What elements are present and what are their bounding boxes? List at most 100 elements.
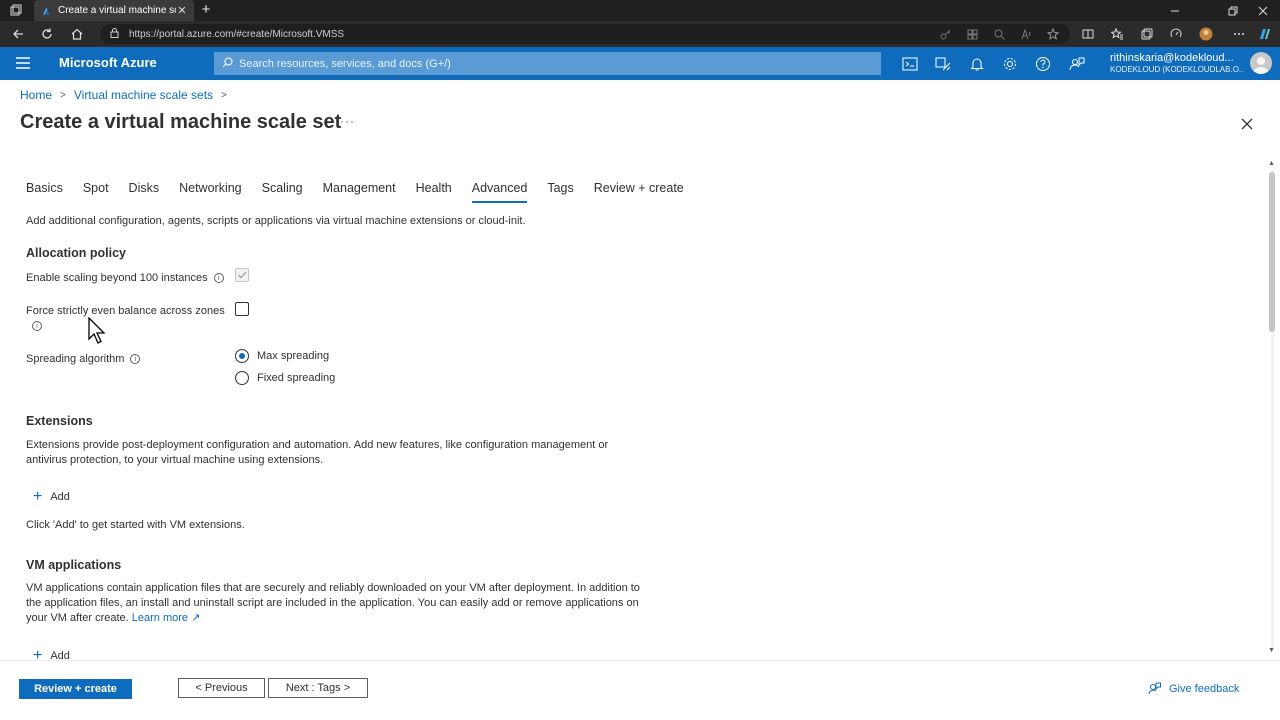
vm-applications-heading: VM applications <box>26 558 122 572</box>
portal-menu-icon[interactable] <box>16 57 30 69</box>
tab-management[interactable]: Management <box>323 181 396 203</box>
fixed-spreading-radio[interactable] <box>235 371 249 385</box>
tab-close-icon[interactable]: ✕ <box>176 4 188 17</box>
azure-brand[interactable]: Microsoft Azure <box>59 55 157 70</box>
account-user: rithinskaria@kodekloud... <box>1110 52 1234 64</box>
favorite-star-icon[interactable] <box>1045 26 1061 42</box>
azure-favicon-icon <box>42 6 51 15</box>
vm-applications-text: VM applications contain application file… <box>26 582 640 624</box>
info-icon[interactable]: i <box>213 273 224 283</box>
notifications-bell-icon[interactable] <box>967 54 987 74</box>
chevron-right-icon: > <box>60 89 66 101</box>
profile-avatar-icon[interactable] <box>1198 26 1214 42</box>
more-actions-icon[interactable]: ··· <box>340 114 355 128</box>
lock-icon <box>110 27 119 41</box>
home-icon[interactable] <box>67 25 87 43</box>
tab-review-create[interactable]: Review + create <box>594 181 684 203</box>
force-balance-text: Force strictly even balance across zones <box>26 305 225 317</box>
checkmark-icon <box>238 271 247 279</box>
minimize-icon[interactable] <box>1160 0 1190 21</box>
give-feedback-link[interactable]: Give feedback <box>1148 682 1239 695</box>
url-field[interactable]: https://portal.azure.com/#create/Microso… <box>100 24 1070 44</box>
performance-icon[interactable] <box>1168 26 1184 42</box>
copilot-icon[interactable] <box>1256 26 1272 42</box>
breadcrumb-home[interactable]: Home <box>20 88 52 102</box>
force-balance-checkbox[interactable] <box>235 302 249 316</box>
review-create-button[interactable]: Review + create <box>19 679 132 699</box>
scroll-up-icon[interactable]: ▲ <box>1268 160 1275 167</box>
spreading-algorithm-label: Spreading algorithm i <box>26 353 141 365</box>
allocation-policy-heading: Allocation policy <box>26 246 127 260</box>
browser-address-bar: https://portal.azure.com/#create/Microso… <box>0 21 1280 47</box>
external-link-icon: ↗ <box>191 612 201 624</box>
tab-networking[interactable]: Networking <box>179 181 242 203</box>
learn-more-link[interactable]: Learn more ↗ <box>132 612 201 624</box>
restore-icon[interactable] <box>1218 0 1248 21</box>
scroll-thumb[interactable] <box>1269 172 1275 332</box>
new-tab-icon[interactable]: + <box>198 1 214 19</box>
read-aloud-icon[interactable] <box>1018 26 1034 42</box>
split-screen-icon[interactable] <box>1080 26 1096 42</box>
mouse-cursor-icon <box>88 317 106 344</box>
extensions-description: Extensions provide post-deployment confi… <box>26 439 609 466</box>
azure-top-bar: Microsoft Azure Search resources, servic… <box>0 47 1280 80</box>
wizard-tabs: Basics Spot Disks Networking Scaling Man… <box>26 181 704 203</box>
tab-tags[interactable]: Tags <box>547 181 573 203</box>
apps-icon[interactable] <box>964 26 980 42</box>
next-tags-button[interactable]: Next : Tags > <box>268 678 368 698</box>
max-spreading-radio[interactable] <box>235 349 249 363</box>
add-extension-label: Add <box>50 491 70 503</box>
window-close-icon[interactable] <box>1248 0 1278 21</box>
more-options-icon[interactable] <box>1231 26 1247 42</box>
advanced-description: Add additional configuration, agents, sc… <box>26 215 526 227</box>
account-menu[interactable]: rithinskaria@kodekloud... KODEKLOUD (KOD… <box>1110 52 1244 76</box>
feedback-icon <box>1148 682 1161 695</box>
browser-tab-bar: Create a virtual machine scale se ✕ + <box>0 0 1280 21</box>
search-placeholder: Search resources, services, and docs (G+… <box>239 57 451 70</box>
account-directory: KODEKLOUD (KODEKLOUDLAB.O... <box>1110 65 1244 74</box>
previous-button[interactable]: < Previous <box>178 678 265 698</box>
breadcrumb-vmss[interactable]: Virtual machine scale sets <box>74 88 213 102</box>
global-search-input[interactable]: Search resources, services, and docs (G+… <box>214 52 881 75</box>
refresh-icon[interactable] <box>37 25 57 43</box>
enable-scaling-checkbox[interactable] <box>235 268 249 282</box>
collections-icon[interactable] <box>1139 26 1155 42</box>
close-blade-icon[interactable] <box>1240 117 1254 131</box>
help-icon[interactable] <box>1033 54 1053 74</box>
back-icon[interactable] <box>8 25 28 43</box>
zoom-icon[interactable] <box>991 26 1007 42</box>
directory-filter-icon[interactable] <box>933 54 953 74</box>
browser-tab-title: Create a virtual machine scale se <box>58 5 176 16</box>
extensions-hint: Click 'Add' to get started with VM exten… <box>26 519 245 531</box>
vm-applications-description: VM applications contain application file… <box>26 581 651 626</box>
content-scrollbar[interactable]: ▲ ▼ <box>1268 160 1276 656</box>
add-extension-button[interactable]: + Add <box>33 489 70 505</box>
give-feedback-text: Give feedback <box>1169 682 1240 695</box>
avatar[interactable] <box>1250 52 1272 74</box>
extensions-heading: Extensions <box>26 414 93 428</box>
favorites-icon[interactable] <box>1109 26 1125 42</box>
cloud-shell-icon[interactable] <box>900 54 920 74</box>
tab-actions-icon[interactable] <box>10 4 22 19</box>
enable-scaling-text: Enable scaling beyond 100 instances <box>26 272 208 284</box>
tab-basics[interactable]: Basics <box>26 181 63 203</box>
fixed-spreading-label[interactable]: Fixed spreading <box>257 372 335 384</box>
feedback-person-icon[interactable] <box>1067 54 1087 74</box>
breadcrumb: Home > Virtual machine scale sets > <box>20 88 235 102</box>
tab-scaling[interactable]: Scaling <box>262 181 303 203</box>
tab-spot[interactable]: Spot <box>83 181 109 203</box>
settings-gear-icon[interactable] <box>1000 54 1020 74</box>
tab-disks[interactable]: Disks <box>129 181 160 203</box>
key-icon[interactable] <box>937 26 953 42</box>
scroll-down-icon[interactable]: ▼ <box>1268 647 1275 654</box>
info-icon[interactable]: i <box>32 321 42 331</box>
max-spreading-label[interactable]: Max spreading <box>257 350 329 362</box>
tab-health[interactable]: Health <box>416 181 452 203</box>
enable-scaling-label: Enable scaling beyond 100 instances i <box>26 272 224 284</box>
spreading-algorithm-text: Spreading algorithm <box>26 353 125 365</box>
browser-tab-active[interactable]: Create a virtual machine scale se ✕ <box>34 0 194 21</box>
search-icon <box>222 56 233 71</box>
info-icon[interactable]: i <box>130 354 141 364</box>
force-balance-label: Force strictly even balance across zones <box>26 305 225 317</box>
tab-advanced[interactable]: Advanced <box>471 181 527 203</box>
